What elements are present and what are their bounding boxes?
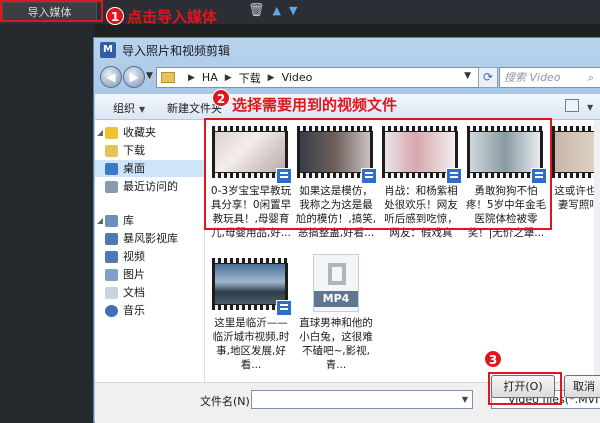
breadcrumb-video[interactable]: Video xyxy=(282,71,313,84)
nav-pictures[interactable]: 图片 xyxy=(95,266,205,283)
expand-icon[interactable]: ◢ xyxy=(95,124,105,141)
host-toolbar-icons: 🗑 ▲ ▼ xyxy=(248,3,297,19)
trash-icon[interactable]: 🗑 xyxy=(248,3,265,19)
refresh-icon[interactable]: ⟳ xyxy=(478,67,498,88)
pictures-icon xyxy=(105,268,118,281)
step3-highlight-frame xyxy=(488,372,562,405)
nav-label: 暴风影视库 xyxy=(123,232,178,245)
nav-label: 最近访问的 xyxy=(123,180,178,193)
nav-documents[interactable]: 文档 xyxy=(95,284,205,301)
film-icon xyxy=(328,263,346,285)
mp4-badge: MP4 xyxy=(314,291,358,307)
step1-number-badge: 1 xyxy=(106,7,124,25)
file-name: 这或许也中年夫妻写照吧,好看 xyxy=(554,185,600,211)
breadcrumb-separator-icon[interactable]: ▶ xyxy=(188,73,195,83)
navigation-pane: ◢ 收藏夹 下载 桌面 最近访问的 ◢ 库 暴风影视库 视频 图片 文档 音乐 xyxy=(95,120,205,382)
address-bar[interactable]: ▶ HA ▶ 下载 ▶ Video ▼ xyxy=(156,67,490,88)
chevron-down-icon[interactable]: ▼ xyxy=(583,100,593,113)
nav-baofeng[interactable]: 暴风影视库 xyxy=(95,230,205,247)
breadcrumb-ha[interactable]: HA xyxy=(202,71,218,84)
file-tile[interactable]: MP4 直球男神和他的小白兔，这很难不磕吧~,影视,青... xyxy=(295,252,377,378)
move-down-icon[interactable]: ▼ xyxy=(289,3,297,19)
file-tile[interactable]: 这里是临沂——临沂城市视频,时事,地区发展,好看... xyxy=(210,252,292,378)
organize-menu[interactable]: 组织 ▼ xyxy=(113,100,145,116)
star-icon xyxy=(105,126,118,139)
video-badge-icon xyxy=(276,300,292,316)
nav-label: 收藏夹 xyxy=(123,126,156,139)
music-icon xyxy=(105,304,118,317)
breadcrumb-downloads[interactable]: 下载 xyxy=(239,70,261,86)
search-placeholder: 搜索 Video xyxy=(504,71,561,84)
step2-instruction: 选择需要用到的视频文件 xyxy=(232,96,398,114)
video-library-icon xyxy=(105,232,118,245)
nav-recent[interactable]: 最近访问的 xyxy=(95,178,205,195)
movie-maker-icon: M xyxy=(100,42,116,58)
back-arrow-icon[interactable]: ◀ xyxy=(100,66,122,88)
nav-downloads[interactable]: 下载 xyxy=(95,142,205,159)
navigation-bar: ◀ ▶ ▼ ▶ HA ▶ 下载 ▶ Video ▼ ⟳ 搜索 Video ⌕ xyxy=(94,63,600,93)
breadcrumb-separator-icon[interactable]: ▶ xyxy=(268,73,275,83)
documents-icon xyxy=(105,286,118,299)
folder-icon xyxy=(161,72,175,83)
search-icon[interactable]: ⌕ xyxy=(588,68,594,87)
search-input[interactable]: 搜索 Video ⌕ xyxy=(499,67,600,88)
desktop-icon xyxy=(105,162,118,175)
file-name: 直球男神和他的小白兔，这很难不磕吧~,影视,青... xyxy=(299,317,373,371)
cancel-button[interactable]: 取消 xyxy=(564,375,600,398)
nav-libraries[interactable]: ◢ 库 xyxy=(95,212,205,229)
file-tile[interactable]: 这或许也中年夫妻写照吧,好看 xyxy=(550,120,600,246)
step2-number-badge: 2 xyxy=(212,89,230,107)
nav-label: 视频 xyxy=(123,250,145,263)
step1-instruction: 点击导入媒体 xyxy=(127,8,218,26)
chevron-down-icon[interactable]: ▼ xyxy=(462,395,468,404)
vertical-scrollbar[interactable] xyxy=(594,120,600,382)
forward-arrow-icon[interactable]: ▶ xyxy=(123,66,145,88)
nav-desktop[interactable]: 桌面 xyxy=(95,160,205,177)
library-icon xyxy=(105,214,118,227)
dialog-title: 导入照片和视频剪辑 xyxy=(122,43,231,58)
nav-music[interactable]: 音乐 xyxy=(95,302,205,319)
history-dropdown-icon[interactable]: ▼ xyxy=(146,71,153,81)
chevron-down-icon: ▼ xyxy=(139,105,146,114)
nav-videos[interactable]: 视频 xyxy=(95,248,205,265)
nav-label: 文档 xyxy=(123,286,145,299)
nav-label: 桌面 xyxy=(123,162,145,175)
video-library-icon xyxy=(105,250,118,263)
organize-label: 组织 xyxy=(113,102,135,115)
mp4-file-icon: MP4 xyxy=(313,254,359,312)
step1-highlight-frame xyxy=(0,0,103,22)
nav-favorites[interactable]: ◢ 收藏夹 xyxy=(95,124,205,141)
view-options-icon[interactable] xyxy=(565,99,579,112)
move-up-icon[interactable]: ▲ xyxy=(273,3,281,19)
step3-number-badge: 3 xyxy=(484,350,502,368)
nav-label: 图片 xyxy=(123,268,145,281)
nav-label: 音乐 xyxy=(123,304,145,317)
downloads-folder-icon xyxy=(105,144,118,157)
expand-icon[interactable]: ◢ xyxy=(95,212,105,229)
video-thumbnail-icon xyxy=(212,258,292,316)
video-thumbnail-icon xyxy=(552,126,600,178)
nav-label: 下载 xyxy=(123,144,145,157)
recent-places-icon xyxy=(105,180,118,193)
step2-highlight-frame xyxy=(204,118,552,230)
file-name: 这里是临沂——临沂城市视频,时事,地区发展,好看... xyxy=(212,317,290,371)
filename-label: 文件名(N): xyxy=(200,395,254,408)
nav-label: 库 xyxy=(123,214,134,227)
address-dropdown-icon[interactable]: ▼ xyxy=(464,71,471,81)
host-sidebar xyxy=(0,0,95,423)
breadcrumb-separator-icon[interactable]: ▶ xyxy=(225,73,232,83)
filename-input[interactable]: ▼ xyxy=(251,390,473,409)
dialog-titlebar: M 导入照片和视频剪辑 xyxy=(94,38,600,62)
